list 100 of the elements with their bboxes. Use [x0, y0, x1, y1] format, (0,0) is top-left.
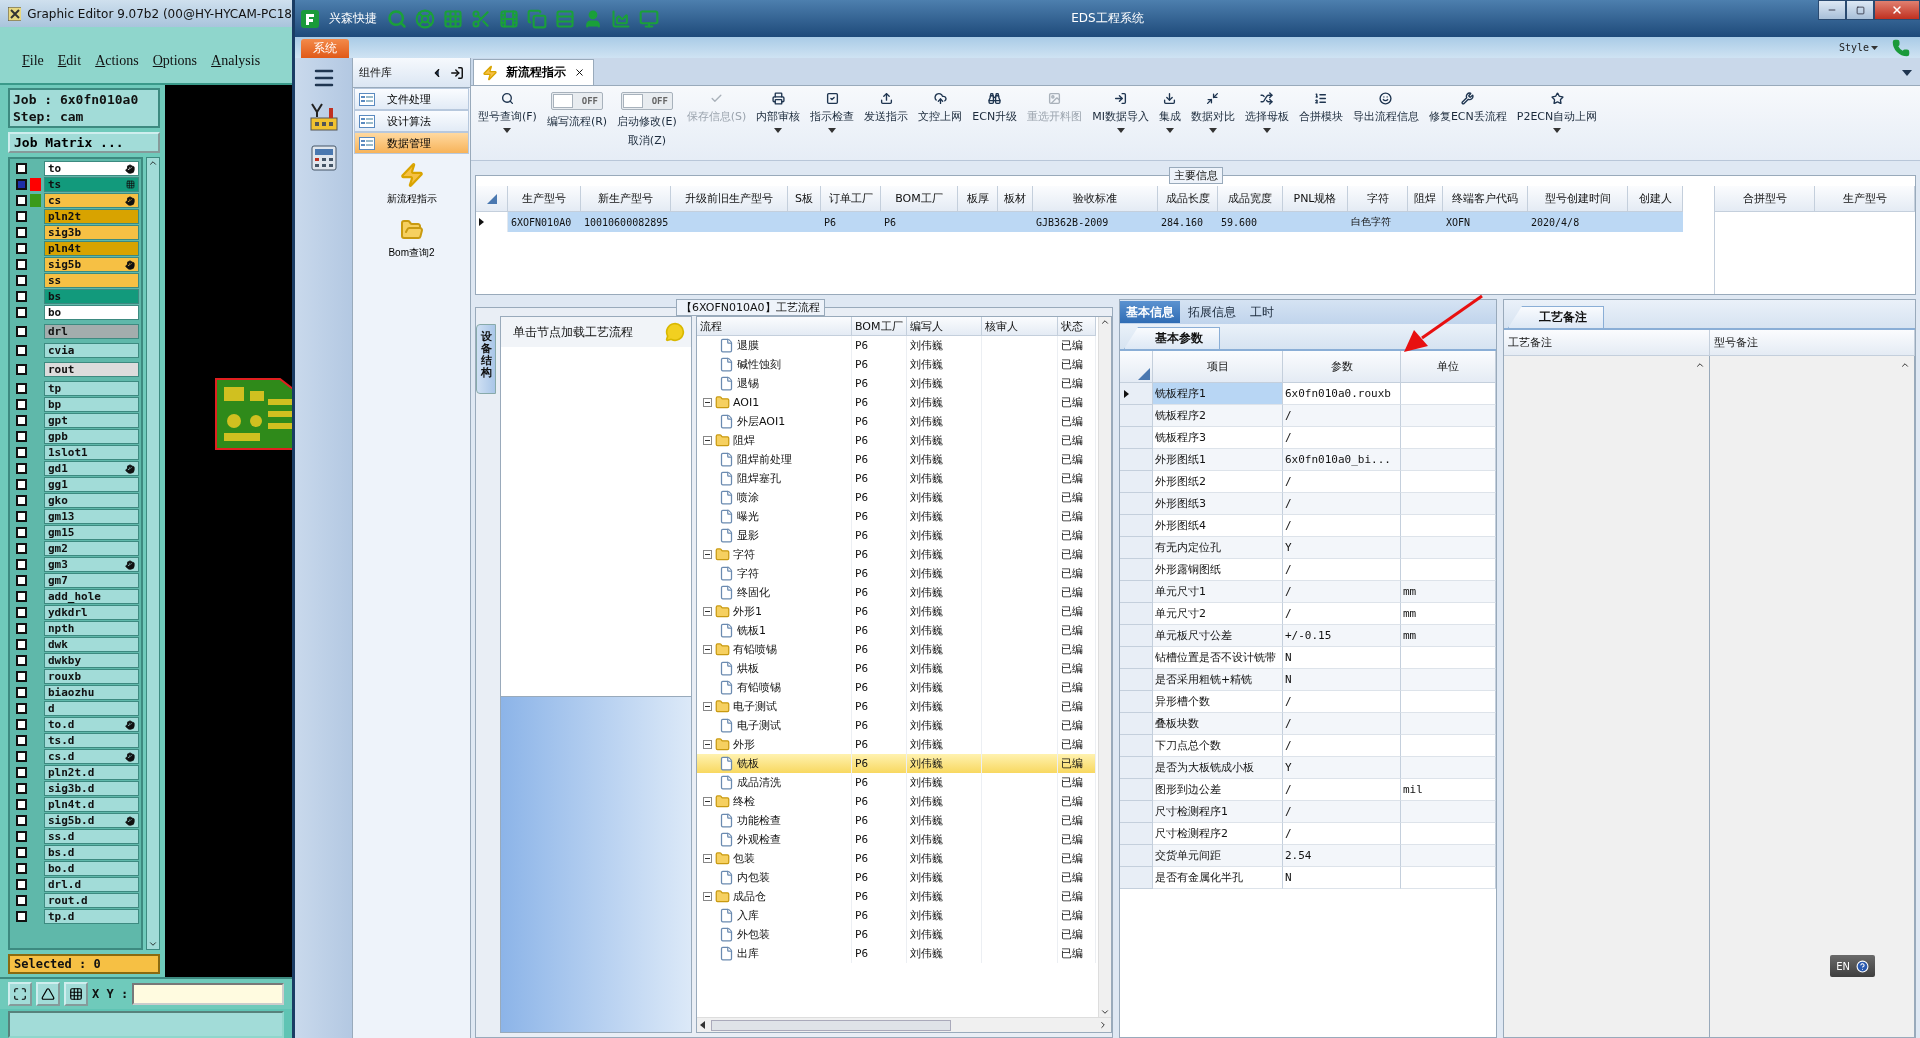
layer-name[interactable]: sig3b.d: [44, 781, 139, 796]
column-header[interactable]: 升级前旧生产型号: [671, 186, 788, 212]
layer-name[interactable]: bo: [44, 305, 139, 320]
layer-checkbox[interactable]: [16, 495, 27, 506]
tree-node[interactable]: 成品清洗: [697, 773, 852, 792]
layer-name[interactable]: rout.d: [44, 893, 139, 908]
menu-item[interactable]: File: [22, 53, 44, 69]
layer-checkbox[interactable]: [16, 447, 27, 458]
layer-name[interactable]: bp: [44, 397, 139, 412]
layer-checkbox[interactable]: [16, 163, 27, 174]
toolbar-button[interactable]: 发送指示: [859, 90, 914, 126]
help-icon[interactable]: [1856, 959, 1869, 973]
column-header[interactable]: 单位: [1401, 351, 1496, 383]
layer-checkbox[interactable]: [16, 831, 27, 842]
toolbar-button[interactable]: MI数据导入: [1087, 90, 1154, 135]
layer-checkbox[interactable]: [16, 383, 27, 394]
panel-tool[interactable]: 新流程指示: [353, 154, 470, 210]
panel-item[interactable]: 数据管理: [354, 132, 469, 154]
column-header[interactable]: 编写人: [907, 317, 982, 336]
layer-name[interactable]: gm7: [44, 573, 139, 588]
layer-name[interactable]: dwkby: [44, 653, 139, 668]
layer-name[interactable]: tp: [44, 381, 139, 396]
layer-checkbox[interactable]: [16, 243, 27, 254]
angle-button[interactable]: [36, 982, 60, 1006]
layer-checkbox[interactable]: [16, 463, 27, 474]
toolbar-button[interactable]: 导出流程信息: [1347, 90, 1424, 126]
layer-checkbox[interactable]: [16, 326, 27, 337]
layer-name[interactable]: sig3b: [44, 225, 139, 240]
layer-name[interactable]: sig5b.d: [44, 813, 139, 828]
layer-name[interactable]: gm2: [44, 541, 139, 556]
panel-item[interactable]: 设计算法: [354, 110, 469, 132]
layer-name[interactable]: bs: [44, 289, 139, 304]
layer-name[interactable]: bs.d: [44, 845, 139, 860]
tree-node[interactable]: 电子测试: [697, 716, 852, 735]
layer-name[interactable]: gd1: [44, 461, 139, 476]
layer-checkbox[interactable]: [16, 783, 27, 794]
tree-node[interactable]: 功能检查: [697, 811, 852, 830]
factory-icon[interactable]: [308, 102, 339, 132]
tab[interactable]: 工时: [1244, 301, 1280, 323]
layer-name[interactable]: cs: [44, 193, 139, 208]
tree-node[interactable]: 退锡: [697, 374, 852, 393]
layer-name[interactable]: dwk: [44, 637, 139, 652]
layer-checkbox[interactable]: [16, 275, 27, 286]
layer-name[interactable]: pln2t: [44, 209, 139, 224]
layer-checkbox[interactable]: [16, 703, 27, 714]
document-tab[interactable]: 新流程指示: [473, 59, 594, 85]
layer-name[interactable]: drl: [44, 324, 139, 339]
layer-name[interactable]: npth: [44, 621, 139, 636]
layer-name[interactable]: gm13: [44, 509, 139, 524]
scroll-thumb[interactable]: [711, 1019, 951, 1031]
collapse-icon[interactable]: [703, 892, 712, 901]
coordinate-field[interactable]: [132, 983, 284, 1005]
layer-checkbox[interactable]: [16, 179, 27, 190]
layer-checkbox[interactable]: [16, 431, 27, 442]
side-tab[interactable]: 设备结构: [476, 324, 496, 394]
column-header[interactable]: 成品宽度: [1218, 186, 1283, 212]
layer-name[interactable]: add_hole: [44, 589, 139, 604]
column-header[interactable]: 成品长度: [1158, 186, 1218, 212]
layer-name[interactable]: cs.d: [44, 749, 139, 764]
layer-checkbox[interactable]: [16, 895, 27, 906]
column-header[interactable]: 阻焊: [1408, 186, 1443, 212]
job-matrix-button[interactable]: Job Matrix ...: [8, 132, 160, 153]
tree-node[interactable]: 退膜: [697, 336, 852, 355]
collapse-icon[interactable]: [703, 550, 712, 559]
layer-checkbox[interactable]: [16, 751, 27, 762]
toolbar-button[interactable]: 数据对比: [1185, 90, 1240, 135]
tree-node[interactable]: 烘板: [697, 659, 852, 678]
layer-checkbox[interactable]: [16, 607, 27, 618]
layer-checkbox[interactable]: [16, 687, 27, 698]
layer-name[interactable]: d: [44, 701, 139, 716]
calculator-icon[interactable]: [309, 144, 338, 172]
column-header[interactable]: 状态: [1058, 317, 1096, 336]
column-header[interactable]: 终端客户代码: [1443, 186, 1528, 212]
collapse-icon[interactable]: [703, 740, 712, 749]
layer-name[interactable]: sig5b: [44, 257, 139, 272]
layer-name[interactable]: ss: [44, 273, 139, 288]
layer-name[interactable]: tp.d: [44, 909, 139, 924]
layer-name[interactable]: drl.d: [44, 877, 139, 892]
layer-checkbox[interactable]: [16, 211, 27, 222]
tree-node[interactable]: 外观检查: [697, 830, 852, 849]
tree-node[interactable]: 阻焊: [697, 431, 852, 450]
maximize-button[interactable]: [1846, 0, 1874, 20]
tree-node[interactable]: 外包装: [697, 925, 852, 944]
sub-tab[interactable]: 基本参数: [1124, 327, 1220, 349]
column-header[interactable]: BOM工厂: [852, 317, 907, 336]
layer-name[interactable]: pln4t: [44, 241, 139, 256]
layer-checkbox[interactable]: [16, 623, 27, 634]
tree-node[interactable]: AOI1: [697, 393, 852, 412]
column-header[interactable]: 型号备注: [1709, 330, 1915, 356]
layer-checkbox[interactable]: [16, 307, 27, 318]
layer-checkbox[interactable]: [16, 671, 27, 682]
tree-node[interactable]: 成品仓: [697, 887, 852, 906]
tree-node[interactable]: 铣板1: [697, 621, 852, 640]
layer-name[interactable]: gg1: [44, 477, 139, 492]
tree-node[interactable]: 终检: [697, 792, 852, 811]
layer-checkbox[interactable]: [16, 655, 27, 666]
layer-checkbox[interactable]: [16, 511, 27, 522]
collapse-icon[interactable]: [703, 645, 712, 654]
layer-name[interactable]: gko: [44, 493, 139, 508]
toolbar-button[interactable]: 选择母板: [1239, 90, 1294, 135]
